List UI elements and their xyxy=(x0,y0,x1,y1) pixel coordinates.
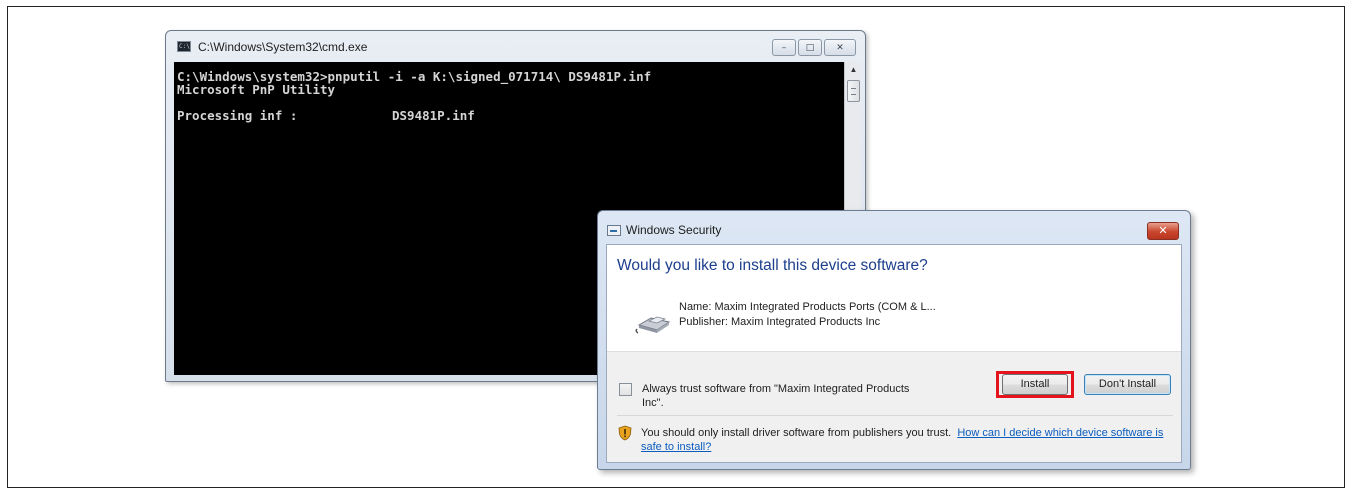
dialog-body: Would you like to install this device so… xyxy=(606,244,1182,463)
install-button[interactable]: Install xyxy=(1002,374,1068,395)
device-port-icon xyxy=(635,316,671,334)
dialog-footer: Always trust software from "Maxim Integr… xyxy=(607,351,1181,462)
console-line: Processing inf : DS9481P.inf xyxy=(177,109,841,122)
close-icon[interactable]: ✕ xyxy=(824,39,856,56)
shield-icon xyxy=(618,425,632,441)
windows-security-dialog: Windows Security ✕ Would you like to ins… xyxy=(597,210,1191,470)
cmd-app-icon[interactable]: C:\ xyxy=(177,41,191,52)
dont-install-button[interactable]: Don't Install xyxy=(1084,374,1171,395)
minimize-icon[interactable]: – xyxy=(772,39,796,56)
processing-label: Processing inf : xyxy=(177,108,298,123)
security-dialog-icon xyxy=(607,225,621,236)
dialog-title: Windows Security xyxy=(626,223,722,237)
cmd-window-controls: – □ ✕ xyxy=(772,39,856,56)
always-trust-label[interactable]: Always trust software from "Maxim Integr… xyxy=(642,382,912,410)
always-trust-checkbox[interactable] xyxy=(619,383,632,396)
dialog-close-button[interactable]: ✕ xyxy=(1147,222,1179,240)
cmd-window-title: C:\Windows\System32\cmd.exe xyxy=(198,40,368,54)
warning-message: You should only install driver software … xyxy=(641,426,1171,454)
maximize-icon[interactable]: □ xyxy=(798,39,822,56)
processing-file: DS9481P.inf xyxy=(392,108,475,123)
install-question: Would you like to install this device so… xyxy=(617,257,928,274)
console-line: Microsoft PnP Utility xyxy=(177,82,336,97)
device-publisher: Publisher: Maxim Integrated Products Inc xyxy=(679,316,881,328)
device-name: Name: Maxim Integrated Products Ports (C… xyxy=(679,301,936,313)
scroll-thumb[interactable] xyxy=(847,80,860,102)
cmd-titlebar[interactable]: C:\ C:\Windows\System32\cmd.exe – □ ✕ xyxy=(166,31,865,61)
scroll-up-icon[interactable]: ▲ xyxy=(845,62,862,78)
footer-divider xyxy=(617,415,1173,416)
warning-text: You should only install driver software … xyxy=(641,427,952,439)
